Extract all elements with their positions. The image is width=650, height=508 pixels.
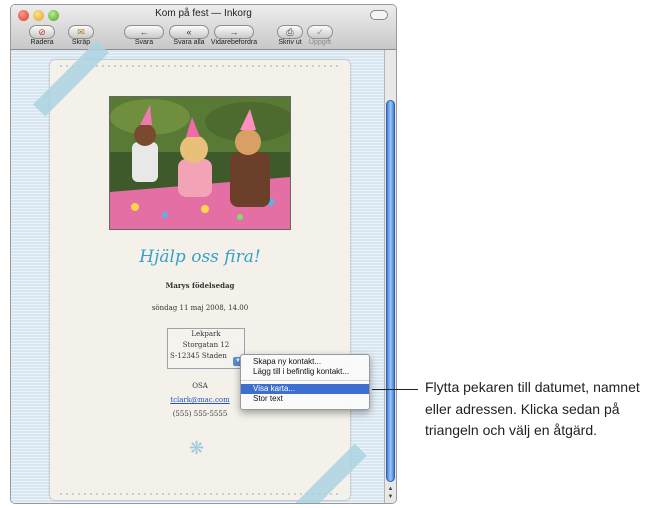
event-name[interactable]: Marys födelsedag: [50, 281, 350, 290]
printer-icon: ⎙: [277, 25, 303, 39]
callout-text: Flytta pekaren till datumet, namnet elle…: [425, 379, 640, 438]
reply-all-button[interactable]: « Svara alla: [169, 23, 209, 49]
todo-button[interactable]: ✓ Uppgift: [307, 23, 333, 49]
reply-icon: ←: [124, 25, 164, 39]
invitation-card: Hjälp oss fira! Marys födelsedag söndag …: [33, 40, 367, 503]
scroll-down-arrow-icon[interactable]: ▼: [385, 493, 396, 501]
dotted-border-bottom: [58, 493, 342, 495]
mail-window: Kom på fest — Inkorg ⊘ Radera ✉ Skräp ← …: [10, 4, 397, 504]
scroll-up-arrow-icon[interactable]: ▲: [385, 485, 396, 493]
forward-label: Vidarebefordra: [210, 39, 258, 46]
delete-icon: ⊘: [29, 25, 55, 39]
message-body: Hjälp oss fira! Marys födelsedag söndag …: [11, 40, 386, 503]
address-context-menu: Skapa ny kontakt... Lägg till i befintli…: [240, 354, 370, 410]
menu-item-add-to-contact[interactable]: Lägg till i befintlig kontakt...: [241, 367, 369, 377]
party-photo: [109, 96, 291, 230]
event-date[interactable]: söndag 11 maj 2008, 14.00: [50, 304, 350, 312]
title-bar: Kom på fest — Inkorg ⊘ Radera ✉ Skräp ← …: [11, 5, 396, 50]
todo-label: Uppgift: [308, 39, 332, 46]
menu-separator: [241, 380, 369, 381]
scrollbar-thumb[interactable]: [386, 100, 395, 482]
corner-ribbon-top-left: [33, 40, 109, 117]
junk-button[interactable]: ✉ Skräp: [68, 23, 94, 49]
forward-button[interactable]: → Vidarebefordra: [211, 23, 257, 49]
reply-all-icon: «: [169, 25, 209, 39]
forward-icon: →: [214, 25, 254, 39]
window-title: Kom på fest — Inkorg: [155, 8, 252, 19]
card-title: Hjälp oss fira!: [139, 247, 261, 267]
checkmark-icon: ✓: [307, 25, 333, 39]
callout-leader-line: [372, 389, 418, 390]
toolbar-toggle-button[interactable]: [370, 10, 388, 20]
dotted-border-top: [58, 65, 342, 67]
menu-item-large-text[interactable]: Stor text: [241, 394, 369, 404]
menu-item-create-contact[interactable]: Skapa ny kontakt...: [241, 357, 369, 367]
address-line-1: Lekpark: [191, 330, 221, 338]
delete-button[interactable]: ⊘ Radera: [29, 23, 55, 49]
reply-button[interactable]: ← Svara: [124, 23, 164, 49]
party-photo-image: [110, 97, 290, 229]
address-line-2: Storgatan 12: [182, 341, 230, 349]
flower-ornament-icon: ❋: [189, 438, 205, 458]
menu-item-show-map[interactable]: Visa karta...: [241, 384, 369, 394]
junk-icon: ✉: [68, 25, 94, 39]
vertical-scrollbar[interactable]: ▲ ▼: [384, 50, 396, 503]
phone-number[interactable]: (555) 555-5555: [50, 410, 350, 418]
